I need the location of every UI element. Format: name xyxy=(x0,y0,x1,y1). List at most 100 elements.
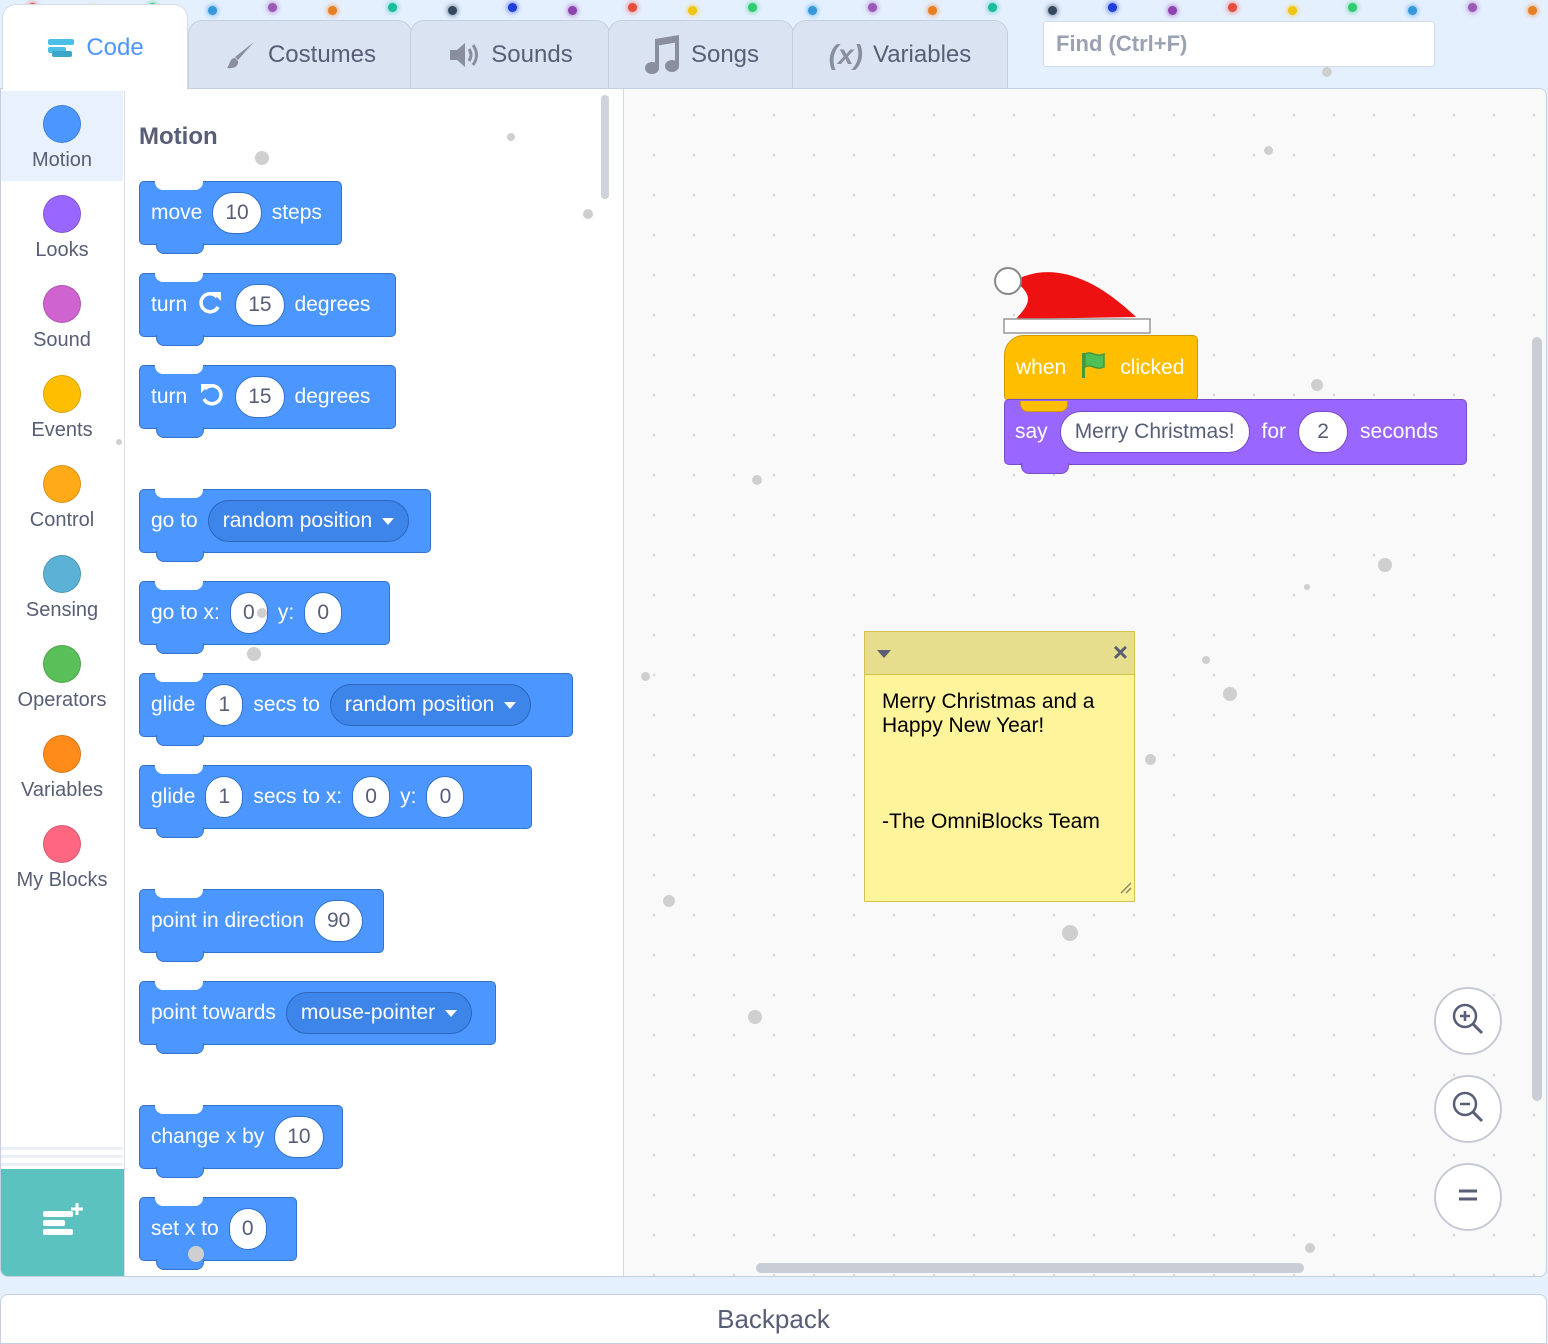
y-input[interactable]: 0 xyxy=(304,592,343,634)
script-workspace[interactable]: when clicked say Merry Christmas! for 2 … xyxy=(624,89,1546,1276)
tab-variables[interactable]: (x) Variables xyxy=(792,20,1008,88)
block-text: point towards xyxy=(151,1001,276,1024)
block-text: turn xyxy=(151,293,188,316)
block-text: clicked xyxy=(1120,356,1185,379)
zoom-out-button[interactable] xyxy=(1434,1075,1502,1143)
horizontal-scrollbar[interactable] xyxy=(756,1263,1304,1273)
control-color-dot xyxy=(43,465,81,503)
block-text: steps xyxy=(271,201,322,224)
set-x-input[interactable]: 0 xyxy=(228,1208,267,1250)
block-text: for xyxy=(1261,420,1287,443)
speaker-icon xyxy=(447,40,481,70)
turn-right-block[interactable]: turn 15 degrees xyxy=(139,273,396,346)
block-connector xyxy=(1020,401,1068,412)
set-x-block[interactable]: set x to 0 xyxy=(139,1197,297,1270)
tab-songs[interactable]: Songs xyxy=(608,20,794,88)
point-towards-dropdown[interactable]: mouse-pointer xyxy=(285,992,473,1034)
category-operators[interactable]: Operators xyxy=(1,631,123,721)
x-input[interactable]: 0 xyxy=(229,592,268,634)
block-text: change x by xyxy=(151,1125,265,1148)
category-events[interactable]: Events xyxy=(1,361,123,451)
category-variables[interactable]: Variables xyxy=(1,721,123,811)
divider xyxy=(1,1163,123,1166)
category-motion[interactable]: Motion xyxy=(1,91,123,181)
go-to-block[interactable]: go to random position xyxy=(139,489,431,562)
glide-target-dropdown[interactable]: random position xyxy=(329,684,532,726)
point-in-direction-block[interactable]: point in direction 90 xyxy=(139,889,384,962)
change-x-input[interactable]: 10 xyxy=(274,1116,324,1158)
tab-costumes-label: Costumes xyxy=(267,40,377,68)
palette-section-title: Motion xyxy=(139,123,218,150)
x-input[interactable]: 0 xyxy=(352,776,391,818)
glide-to-xy-block[interactable]: glide 1 secs to x: 0 y: 0 xyxy=(139,765,532,838)
operators-color-dot xyxy=(43,645,81,683)
block-text: degrees xyxy=(294,293,371,316)
backpack-bar[interactable]: Backpack xyxy=(0,1294,1547,1344)
tab-code[interactable]: Code xyxy=(2,4,188,90)
divider xyxy=(1,1155,123,1158)
music-note-icon xyxy=(643,33,687,77)
palette-scrollbar[interactable] xyxy=(601,95,609,199)
go-to-target-dropdown[interactable]: random position xyxy=(207,500,410,542)
block-text: move xyxy=(151,201,203,224)
category-label: Control xyxy=(29,509,95,531)
tab-sounds[interactable]: Sounds xyxy=(410,20,610,88)
category-label: My Blocks xyxy=(16,869,108,891)
go-to-xy-block[interactable]: go to x: 0 y: 0 xyxy=(139,581,390,654)
add-extension-button[interactable] xyxy=(1,1169,124,1276)
category-sound[interactable]: Sound xyxy=(1,271,123,361)
category-label: Operators xyxy=(17,689,107,711)
category-looks[interactable]: Looks xyxy=(1,181,123,271)
my-blocks-color-dot xyxy=(43,825,81,863)
block-text: set x to xyxy=(151,1217,219,1240)
secs-input[interactable]: 1 xyxy=(205,776,244,818)
category-sensing[interactable]: Sensing xyxy=(1,541,123,631)
degrees-input[interactable]: 15 xyxy=(235,376,285,418)
comment-header[interactable]: × xyxy=(865,632,1134,675)
zoom-reset-button[interactable] xyxy=(1434,1163,1502,1231)
vertical-scrollbar[interactable] xyxy=(1532,337,1542,1101)
block-text: say xyxy=(1015,420,1048,443)
direction-input[interactable]: 90 xyxy=(313,900,364,942)
point-towards-block[interactable]: point towards mouse-pointer xyxy=(139,981,496,1054)
category-control[interactable]: Control xyxy=(1,451,123,541)
move-steps-block[interactable]: move 10 steps xyxy=(139,181,342,254)
zoom-in-icon xyxy=(1449,1000,1487,1043)
say-seconds-input[interactable]: 2 xyxy=(1298,411,1349,453)
motion-color-dot xyxy=(43,105,81,143)
when-flag-clicked-block[interactable]: when clicked xyxy=(1004,335,1198,401)
block-text: secs to x: xyxy=(253,785,343,808)
degrees-input[interactable]: 15 xyxy=(235,284,285,326)
category-my-blocks[interactable]: My Blocks xyxy=(1,811,123,901)
tab-code-label: Code xyxy=(86,33,144,61)
block-text: secs to xyxy=(253,693,320,716)
comment-text[interactable]: Merry Christmas and a Happy New Year! -T… xyxy=(865,675,1134,849)
comment-note[interactable]: × Merry Christmas and a Happy New Year! … xyxy=(864,631,1135,902)
variable-icon: (x) xyxy=(828,38,863,70)
block-text: when xyxy=(1016,356,1067,379)
category-label: Sound xyxy=(33,329,91,351)
dropdown-value: random position xyxy=(344,693,495,716)
tab-costumes[interactable]: Costumes xyxy=(188,20,412,88)
collapse-caret-icon[interactable] xyxy=(877,650,891,658)
block-palette: Motion move 10 steps turn 15 degrees tur… xyxy=(125,89,624,1276)
rotate-right-icon xyxy=(197,289,225,321)
search-input[interactable]: Find (Ctrl+F) xyxy=(1043,21,1435,67)
equals-icon xyxy=(1453,1180,1483,1215)
y-input[interactable]: 0 xyxy=(426,776,465,818)
say-for-seconds-block[interactable]: say Merry Christmas! for 2 seconds xyxy=(1004,399,1467,474)
change-x-block[interactable]: change x by 10 xyxy=(139,1105,343,1178)
secs-input[interactable]: 1 xyxy=(205,684,244,726)
zoom-in-button[interactable] xyxy=(1434,987,1502,1055)
say-message-input[interactable]: Merry Christmas! xyxy=(1059,411,1250,453)
dropdown-value: mouse-pointer xyxy=(300,1001,436,1024)
code-editor: Motion Looks Sound Events Control Sensin… xyxy=(0,88,1547,1277)
steps-input[interactable]: 10 xyxy=(212,192,262,234)
looks-color-dot xyxy=(43,195,81,233)
turn-left-block[interactable]: turn 15 degrees xyxy=(139,365,396,438)
santa-hat-icon xyxy=(992,267,1154,342)
glide-to-block[interactable]: glide 1 secs to random position xyxy=(139,673,573,746)
block-text: point in direction xyxy=(151,909,304,932)
resize-handle-icon[interactable] xyxy=(1118,880,1132,899)
close-icon[interactable]: × xyxy=(1113,638,1128,666)
